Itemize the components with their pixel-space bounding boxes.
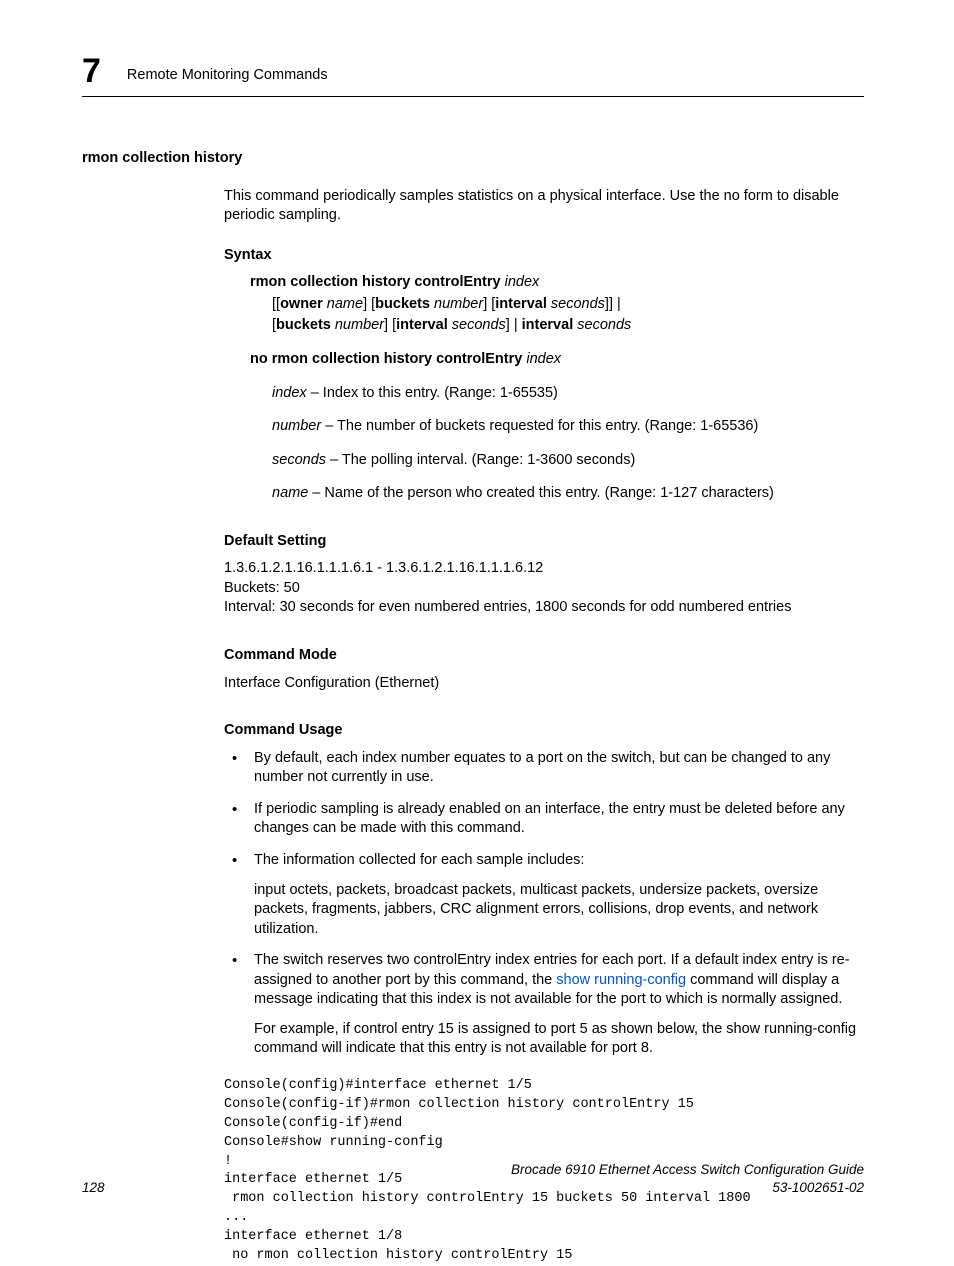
command-mode-text: Interface Configuration (Ethernet) xyxy=(224,674,864,694)
syntax-line-2: [[owner name] [buckets number] [interval… xyxy=(272,295,864,315)
command-mode-heading: Command Mode xyxy=(224,646,864,666)
doc-id: 53-1002651-02 xyxy=(511,1179,864,1197)
parameter-list: index – Index to this entry. (Range: 1-6… xyxy=(272,384,864,504)
list-item: By default, each index number equates to… xyxy=(224,749,864,788)
footer-right: Brocade 6910 Ethernet Access Switch Conf… xyxy=(511,1161,864,1197)
default-setting-line1: 1.3.6.1.2.1.16.1.1.1.6.1 - 1.3.6.1.2.1.1… xyxy=(224,559,864,579)
param-number: number – The number of buckets requested… xyxy=(272,417,864,437)
param-seconds: seconds – The polling interval. (Range: … xyxy=(272,451,864,471)
list-item-sub: For example, if control entry 15 is assi… xyxy=(254,1020,864,1059)
command-usage-list: By default, each index number equates to… xyxy=(224,749,864,1059)
param-index: index – Index to this entry. (Range: 1-6… xyxy=(272,384,864,404)
show-running-config-link[interactable]: show running-config xyxy=(556,972,686,988)
syntax-line-3: [buckets number] [interval seconds] | in… xyxy=(272,316,864,336)
page-number: 128 xyxy=(82,1179,105,1197)
default-setting-line2: Buckets: 50 xyxy=(224,579,864,599)
syntax-cmd: rmon collection history controlEntry xyxy=(250,274,501,290)
chapter-number: 7 xyxy=(82,54,101,88)
body-column: This command periodically samples statis… xyxy=(224,187,864,1266)
syntax-command: rmon collection history controlEntry ind… xyxy=(250,273,864,336)
syntax-index: index xyxy=(501,274,540,290)
intro-paragraph: This command periodically samples statis… xyxy=(224,187,864,226)
syntax-no-line: no rmon collection history controlEntry … xyxy=(250,350,864,370)
list-item: The information collected for each sampl… xyxy=(224,851,864,939)
list-item: The switch reserves two controlEntry ind… xyxy=(224,951,864,1059)
command-usage-heading: Command Usage xyxy=(224,721,864,741)
syntax-line-1: rmon collection history controlEntry ind… xyxy=(250,273,864,293)
page-header: 7 Remote Monitoring Commands xyxy=(82,54,864,97)
default-setting-heading: Default Setting xyxy=(224,532,864,552)
section-title: rmon collection history xyxy=(82,149,864,169)
list-item: If periodic sampling is already enabled … xyxy=(224,800,864,839)
doc-title: Brocade 6910 Ethernet Access Switch Conf… xyxy=(511,1161,864,1179)
chapter-title: Remote Monitoring Commands xyxy=(127,66,328,88)
list-item-sub: input octets, packets, broadcast packets… xyxy=(254,881,864,940)
param-name: name – Name of the person who created th… xyxy=(272,484,864,504)
page-footer: 128 Brocade 6910 Ethernet Access Switch … xyxy=(82,1161,864,1197)
syntax-heading: Syntax xyxy=(224,246,864,266)
default-setting-line3: Interval: 30 seconds for even numbered e… xyxy=(224,598,864,618)
page: 7 Remote Monitoring Commands rmon collec… xyxy=(0,0,954,1235)
syntax-no-command: no rmon collection history controlEntry … xyxy=(250,350,864,370)
